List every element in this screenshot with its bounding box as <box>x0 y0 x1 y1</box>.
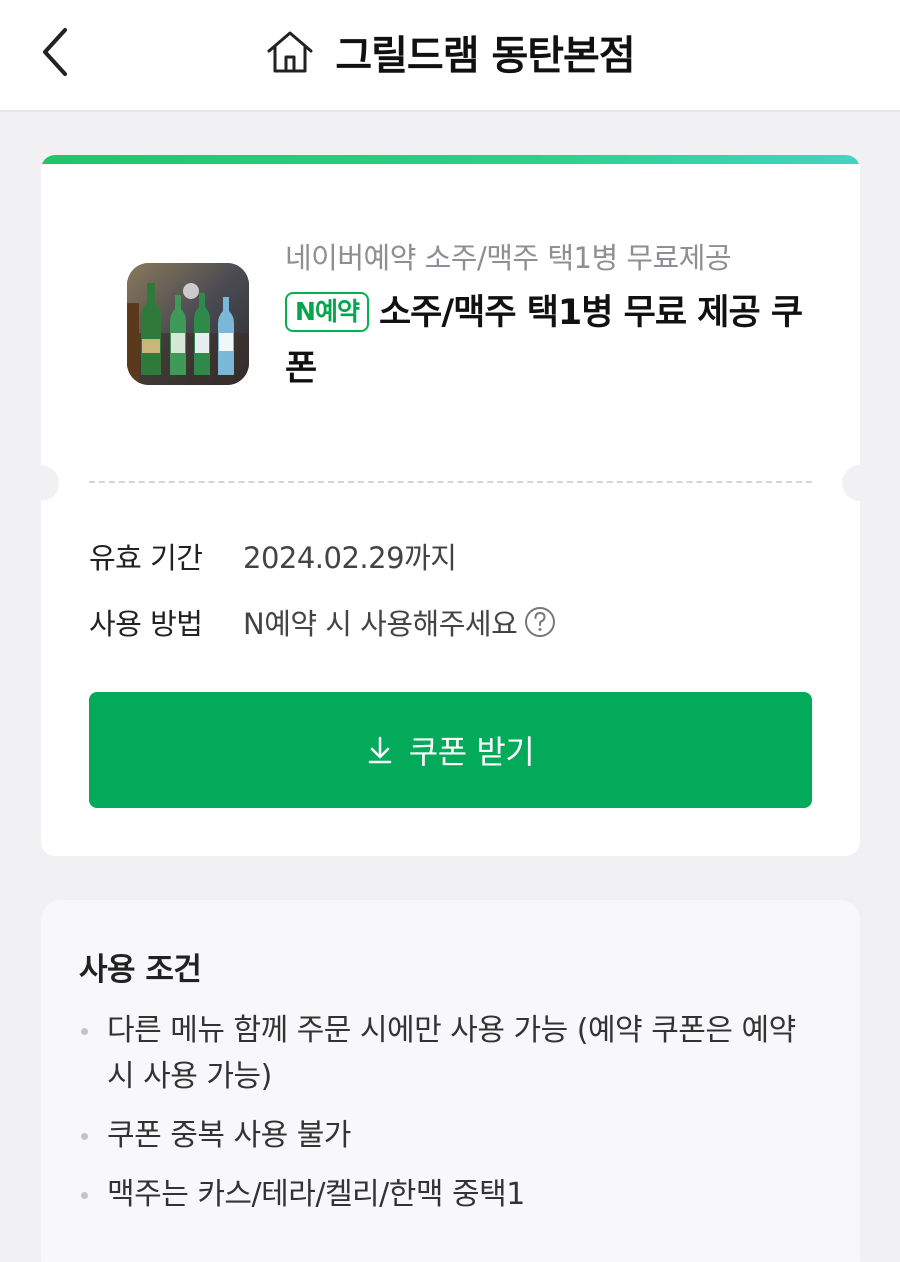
question-circle-icon[interactable] <box>523 605 557 639</box>
usage-label: 사용 방법 <box>89 607 203 641</box>
coupon-subtitle: 네이버예약 소주/맥주 택1병 무료제공 <box>285 241 732 275</box>
coupon-accent-bar <box>41 155 860 164</box>
n-reservation-badge: N예약 <box>285 292 369 332</box>
download-icon <box>368 736 392 764</box>
header-title-group: 그릴드램 동탄본점 <box>0 22 900 82</box>
badge-text: 예약 <box>314 297 360 326</box>
conditions-card: 사용 조건 다른 메뉴 함께 주문 시에만 사용 가능 (예약 쿠폰은 예약시 … <box>41 900 860 1262</box>
validity-label: 유효 기간 <box>89 541 203 575</box>
usage-value: N예약 시 사용해주세요 <box>243 607 518 641</box>
get-coupon-button[interactable]: 쿠폰 받기 <box>89 692 812 808</box>
ticket-notch-right <box>842 465 860 501</box>
coupon-title-block: N예약 소주/맥주 택1병 무료 제공 쿠폰 <box>285 285 825 397</box>
condition-item: 다른 메뉴 함께 주문 시에만 사용 가능 (예약 쿠폰은 예약시 사용 가능) <box>79 1008 819 1100</box>
get-coupon-label: 쿠폰 받기 <box>408 733 535 771</box>
condition-item: 쿠폰 중복 사용 불가 <box>79 1113 819 1159</box>
top-header: 그릴드램 동탄본점 <box>0 0 900 112</box>
ticket-divider <box>89 481 812 483</box>
conditions-list: 다른 메뉴 함께 주문 시에만 사용 가능 (예약 쿠폰은 예약시 사용 가능)… <box>79 1008 819 1231</box>
coupon-thumbnail <box>127 263 249 385</box>
condition-item: 맥주는 카스/테라/켈리/한맥 중택1 <box>79 1172 819 1218</box>
home-icon[interactable] <box>265 27 315 77</box>
coupon-card: 네이버예약 소주/맥주 택1병 무료제공 N예약 소주/맥주 택1병 무료 제공 … <box>41 155 860 856</box>
validity-row: 유효 기간 2024.02.29까지 <box>89 535 457 577</box>
ticket-notch-left <box>41 465 59 501</box>
conditions-title: 사용 조건 <box>79 952 202 988</box>
badge-n: N <box>295 297 316 326</box>
validity-value: 2024.02.29까지 <box>243 541 457 575</box>
usage-value-group: N예약 시 사용해주세요 <box>243 601 557 643</box>
page-title: 그릴드램 동탄본점 <box>335 33 635 79</box>
usage-row: 사용 방법 N예약 시 사용해주세요 <box>89 601 557 643</box>
